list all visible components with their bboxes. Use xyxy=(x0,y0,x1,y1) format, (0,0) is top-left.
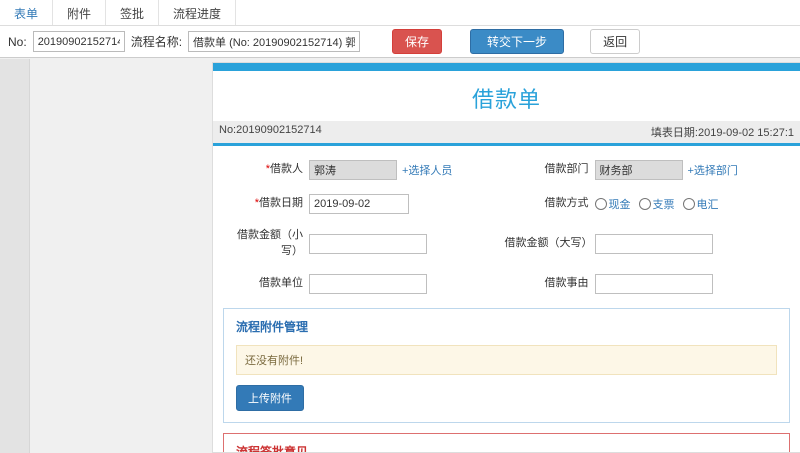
borrow-date-input[interactable] xyxy=(309,194,409,214)
amount-big-input[interactable] xyxy=(594,233,713,254)
cash-radio[interactable] xyxy=(594,198,607,210)
dept-input[interactable] xyxy=(594,160,683,180)
toolbar: No: 流程名称: 保存 转交下一步 返回 xyxy=(0,26,800,58)
form-fields: *借款人 +选择人员 借款部门 +选择部门 *借款日期 借款方式 xyxy=(213,146,800,306)
no-input[interactable] xyxy=(32,31,125,52)
wire-radio[interactable] xyxy=(682,198,695,210)
unit-label: 借款单位 xyxy=(259,276,303,289)
select-dept-link[interactable]: +选择部门 xyxy=(688,162,738,178)
tab-form[interactable]: 表单 xyxy=(0,0,54,25)
select-person-link[interactable]: +选择人员 xyxy=(402,162,452,178)
form-number-text: No:20190902152714 xyxy=(219,124,322,136)
unit-input[interactable] xyxy=(309,273,427,294)
dept-label: 借款部门 xyxy=(544,163,589,176)
amount-small-input[interactable] xyxy=(309,233,427,254)
method-cash-option[interactable]: 现金 xyxy=(594,196,631,212)
attachments-empty-notice: 还没有附件! xyxy=(236,344,777,375)
process-name-label: 流程名称: xyxy=(130,35,183,49)
reason-label: 借款事由 xyxy=(544,276,589,289)
meta-bar: No:20190902152714 填表日期:2019-09-02 15:27:… xyxy=(213,121,800,143)
borrower-label: *借款人 xyxy=(265,163,303,176)
process-name-input[interactable] xyxy=(188,31,361,52)
no-label: No: xyxy=(8,34,27,49)
check-radio[interactable] xyxy=(638,198,651,210)
fill-date-text: 填表日期:2019-09-02 15:27:1 xyxy=(650,127,794,139)
method-check-option[interactable]: 支票 xyxy=(638,196,675,212)
workspace: 借款单 No:20190902152714 填表日期:2019-09-02 15… xyxy=(0,59,800,453)
method-wire-option[interactable]: 电汇 xyxy=(682,196,719,212)
form-panel: 借款单 No:20190902152714 填表日期:2019-09-02 15… xyxy=(212,62,800,453)
save-button[interactable]: 保存 xyxy=(392,29,443,54)
tab-attachments[interactable]: 附件 xyxy=(53,0,107,25)
method-label: 借款方式 xyxy=(544,197,589,210)
left-sidebar-strip xyxy=(0,59,30,453)
app-window: 表单 附件 签批 流程进度 No: 流程名称: 保存 转交下一步 返回 借款单 … xyxy=(0,0,800,453)
page-title: 借款单 xyxy=(471,87,541,112)
reason-input[interactable] xyxy=(594,273,713,294)
approval-title: 流程签批意见 xyxy=(236,444,309,453)
tab-bar: 表单 附件 签批 流程进度 xyxy=(0,0,800,26)
borrow-date-label: *借款日期 xyxy=(254,197,303,210)
tab-approval[interactable]: 签批 xyxy=(106,0,160,25)
next-step-button[interactable]: 转交下一步 xyxy=(470,29,565,54)
amount-big-label: 借款金额（大写） xyxy=(504,236,593,249)
back-button[interactable]: 返回 xyxy=(590,29,641,54)
approval-section: 流程签批意见 B I abc A ab ∞ ⚑ ≡ ☰ ⇤ xyxy=(223,432,790,453)
borrower-input[interactable] xyxy=(309,160,397,180)
tab-progress[interactable]: 流程进度 xyxy=(159,0,237,25)
panel-top-accent xyxy=(213,63,800,71)
amount-small-label: 借款金额（小写） xyxy=(237,229,303,257)
attachments-section: 流程附件管理 还没有附件! 上传附件 xyxy=(223,307,790,423)
upload-attachment-button[interactable]: 上传附件 xyxy=(236,384,304,411)
attachments-title: 流程附件管理 xyxy=(236,319,309,334)
